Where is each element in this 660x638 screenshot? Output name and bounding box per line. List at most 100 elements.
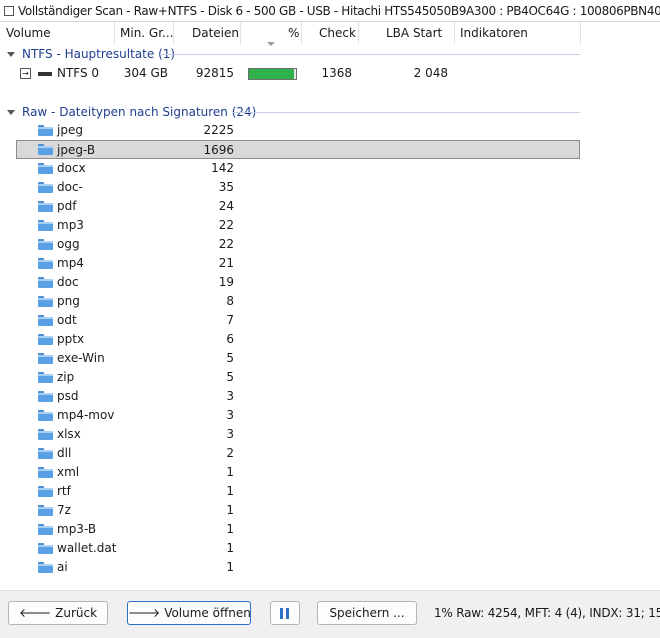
- volume-progress-bar: [248, 68, 297, 80]
- column-files[interactable]: Dateien: [192, 22, 239, 44]
- scan-status-text: 1% Raw: 4254, MFT: 4 (4), INDX: 31; 15M: [434, 606, 660, 620]
- file-type-row[interactable]: xml 1: [16, 463, 580, 482]
- file-type-count: 19: [218, 275, 234, 289]
- file-type-row[interactable]: psd 3: [16, 387, 580, 406]
- file-type-row[interactable]: exe-Win 5: [16, 349, 580, 368]
- column-lba-start[interactable]: LBA Start: [386, 22, 442, 44]
- file-type-row[interactable]: ogg 22: [16, 235, 580, 254]
- volume-name: NTFS 0: [57, 66, 100, 80]
- save-button[interactable]: Speichern ...: [317, 601, 417, 625]
- file-type-row[interactable]: png 8: [16, 292, 580, 311]
- folder-icon: [38, 543, 53, 554]
- expand-icon[interactable]: →: [20, 68, 31, 79]
- folder-icon: [38, 448, 53, 459]
- folder-icon: [38, 353, 53, 364]
- file-type-row[interactable]: mp4-mov 3: [16, 406, 580, 425]
- file-type-count: 21: [218, 256, 234, 270]
- folder-icon: [38, 182, 53, 193]
- file-type-row[interactable]: jpeg 2225: [16, 121, 580, 140]
- pause-button[interactable]: [270, 601, 300, 625]
- folder-icon: [38, 486, 53, 497]
- file-type-row[interactable]: 7z 1: [16, 501, 580, 520]
- app-icon: [4, 5, 14, 16]
- column-volume[interactable]: Volume: [6, 22, 51, 44]
- file-type-count: 7: [226, 313, 234, 327]
- folder-icon: [38, 315, 53, 326]
- drive-icon: [38, 72, 52, 76]
- volume-row-ntfs0[interactable]: → NTFS 0 304 GB 92815 1368 2 048: [16, 64, 580, 83]
- file-type-row[interactable]: mp3 22: [16, 216, 580, 235]
- file-type-name: mp4-mov: [57, 408, 115, 422]
- file-type-name: mp3: [57, 218, 84, 232]
- file-type-count: 5: [226, 370, 234, 384]
- folder-icon: [38, 467, 53, 478]
- volume-lba-start: 2 048: [413, 66, 448, 80]
- window-title: Vollständiger Scan - Raw+NTFS - Disk 6 -…: [18, 3, 660, 18]
- file-type-count: 6: [226, 332, 234, 346]
- volume-files: 92815: [195, 66, 234, 80]
- folder-icon: [38, 410, 53, 421]
- file-type-row[interactable]: odt 7: [16, 311, 580, 330]
- file-type-name: zip: [57, 370, 75, 384]
- open-volume-button-label: Volume öffnen: [164, 606, 251, 620]
- folder-icon: [38, 239, 53, 250]
- folder-icon: [38, 201, 53, 212]
- open-volume-button[interactable]: 🡒 Volume öffnen: [127, 601, 251, 625]
- file-type-row[interactable]: mp3-B 1: [16, 520, 580, 539]
- arrow-right-icon: 🡒: [128, 606, 161, 620]
- column-indicators[interactable]: Indikatoren: [460, 22, 528, 44]
- file-type-row[interactable]: ai 1: [16, 558, 580, 577]
- column-divider[interactable]: [240, 22, 241, 44]
- file-type-row[interactable]: dll 2: [16, 444, 580, 463]
- file-type-row[interactable]: rtf 1: [16, 482, 580, 501]
- column-divider[interactable]: [580, 22, 581, 44]
- column-percent[interactable]: %: [288, 22, 299, 44]
- file-type-row[interactable]: xlsx 3: [16, 425, 580, 444]
- folder-icon: [38, 334, 53, 345]
- column-min-size[interactable]: Min. Gr...: [120, 22, 174, 44]
- file-type-row[interactable]: zip 5: [16, 368, 580, 387]
- arrow-left-icon: 🡐: [18, 606, 52, 620]
- column-divider[interactable]: [173, 22, 174, 44]
- file-type-count: 1: [226, 541, 234, 555]
- group-ntfs[interactable]: NTFS - Hauptresultate (1): [22, 45, 175, 64]
- file-type-row[interactable]: pdf 24: [16, 197, 580, 216]
- file-type-count: 35: [218, 180, 234, 194]
- file-type-count: 5: [226, 351, 234, 365]
- file-type-row[interactable]: doc 19: [16, 273, 580, 292]
- column-divider[interactable]: [301, 22, 302, 44]
- column-divider[interactable]: [358, 22, 359, 44]
- file-type-name: pptx: [57, 332, 85, 346]
- column-check[interactable]: Check: [319, 22, 356, 44]
- folder-icon: [38, 125, 53, 136]
- file-type-count: 8: [226, 294, 234, 308]
- folder-icon: [38, 163, 53, 174]
- folder-icon: [38, 296, 53, 307]
- file-type-count: 22: [218, 237, 234, 251]
- file-type-count: 1: [226, 560, 234, 574]
- group-raw[interactable]: Raw - Dateitypen nach Signaturen (24): [22, 103, 256, 122]
- file-type-row[interactable]: mp4 21: [16, 254, 580, 273]
- column-divider[interactable]: [114, 22, 115, 44]
- file-type-row[interactable]: doc- 35: [16, 178, 580, 197]
- file-type-row[interactable]: jpeg-B 1696: [16, 140, 580, 159]
- file-type-row[interactable]: wallet.dat 1: [16, 539, 580, 558]
- file-type-name: docx: [57, 161, 86, 175]
- back-button-label: Zurück: [55, 606, 98, 620]
- file-type-count: 22: [218, 218, 234, 232]
- collapse-arrow-icon[interactable]: [7, 110, 15, 115]
- column-divider[interactable]: [454, 22, 455, 44]
- file-type-name: xlsx: [57, 427, 81, 441]
- file-type-name: doc: [57, 275, 79, 289]
- group-divider: [160, 54, 580, 55]
- file-type-name: jpeg: [57, 123, 83, 137]
- file-type-name: psd: [57, 389, 79, 403]
- footer-bar: 🡐 Zurück 🡒 Volume öffnen Speichern ... 1% …: [0, 590, 660, 638]
- file-type-name: exe-Win: [57, 351, 105, 365]
- file-type-count: 2225: [203, 123, 234, 137]
- file-type-row[interactable]: docx 142: [16, 159, 580, 178]
- folder-icon: [38, 144, 53, 155]
- collapse-arrow-icon[interactable]: [7, 52, 15, 57]
- file-type-row[interactable]: pptx 6: [16, 330, 580, 349]
- back-button[interactable]: 🡐 Zurück: [8, 601, 108, 625]
